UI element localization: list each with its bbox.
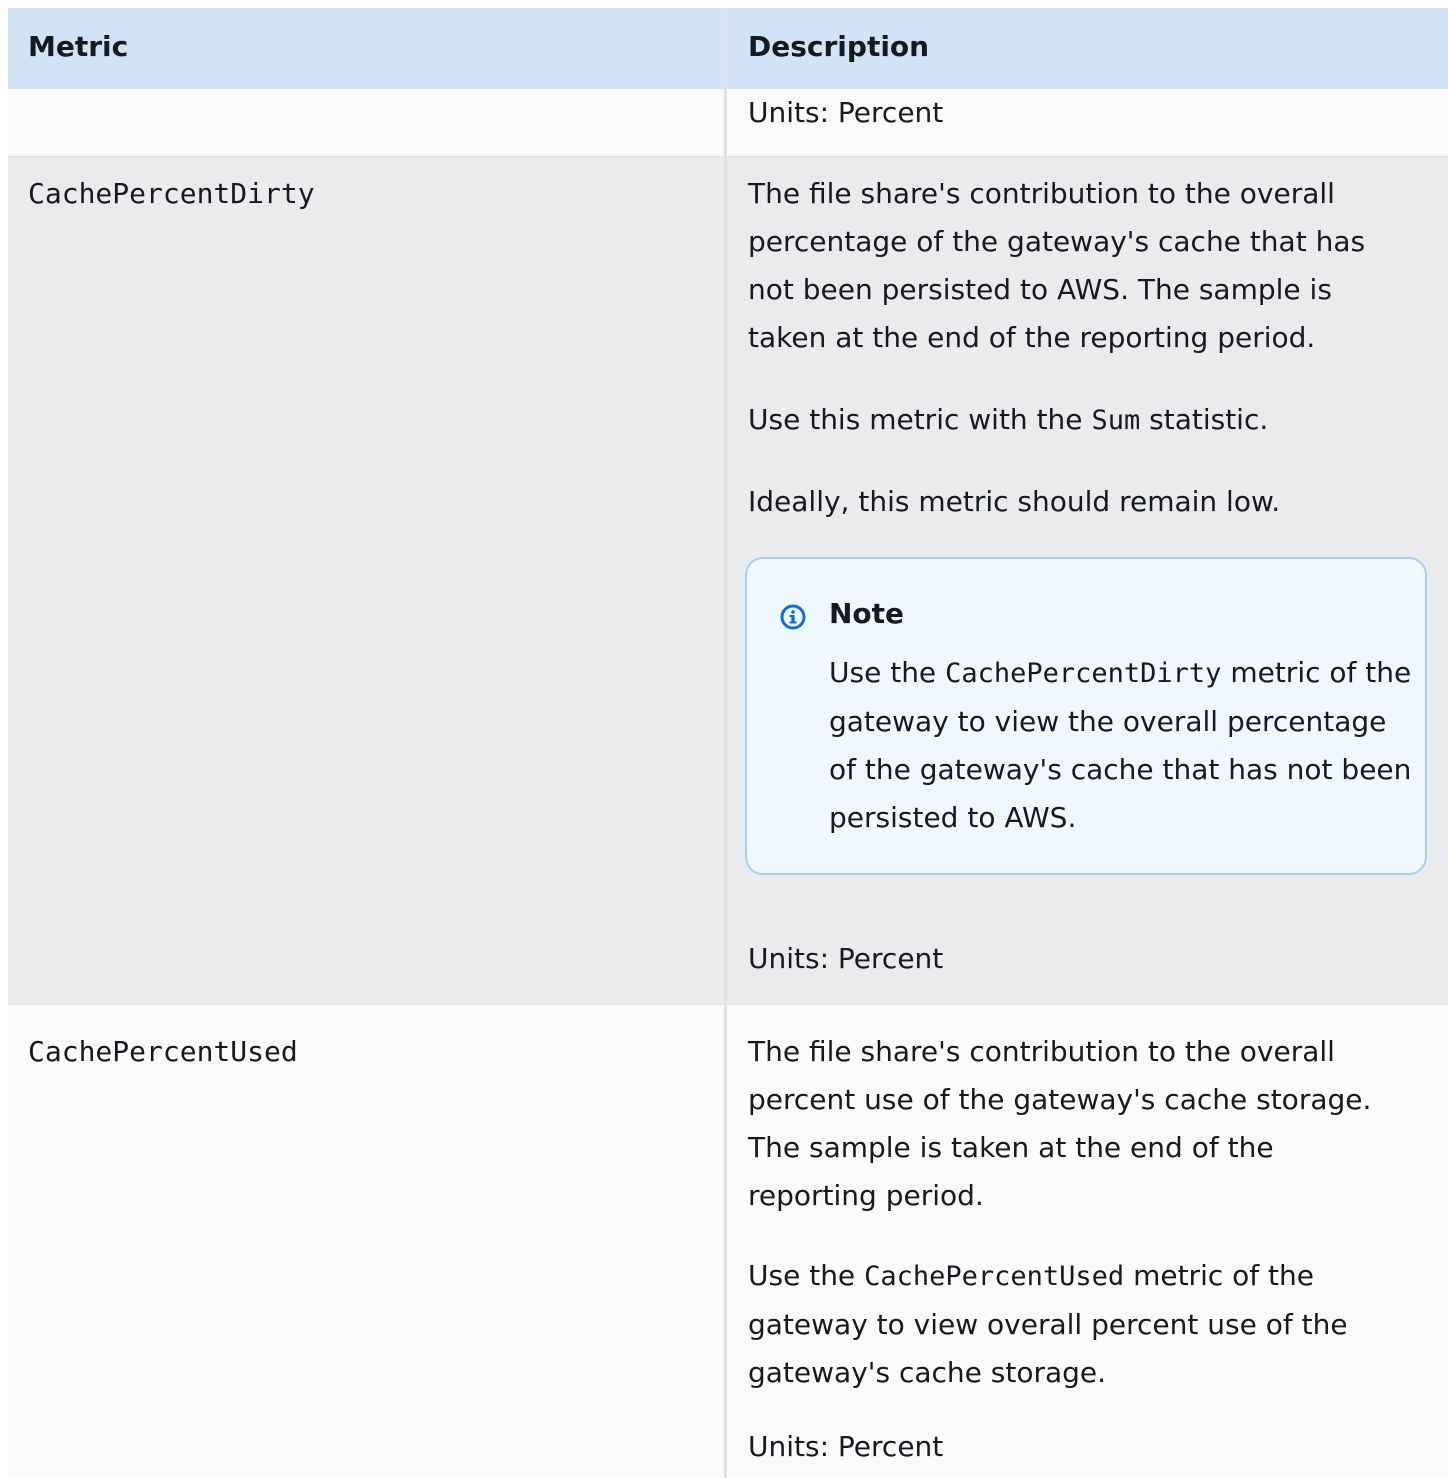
units-text: Units: Percent xyxy=(748,1430,944,1463)
note-prefix: Use the xyxy=(829,656,937,689)
statistic-suffix: statistic. xyxy=(1149,403,1269,436)
usage-text: Use the CachePercentUsed metric of the g… xyxy=(748,1252,1408,1397)
header-description: Description xyxy=(748,30,930,63)
note-title: Note xyxy=(829,597,905,630)
info-icon xyxy=(780,604,806,630)
table-row: CachePercentDirty The file share's contr… xyxy=(8,156,1448,1004)
description-text: The file share's contribution to the ove… xyxy=(748,1035,1372,1212)
units-text: Units: Percent xyxy=(748,942,944,975)
header-metric: Metric xyxy=(28,30,129,63)
column-divider xyxy=(724,8,727,1478)
statistic-prefix: Use this metric with the xyxy=(748,403,1083,436)
table-row: CachePercentUsed The file share's contri… xyxy=(8,1004,1448,1478)
ideal-text: Ideally, this metric should remain low. xyxy=(748,485,1281,518)
statistic-text: Use this metric with the Sum statistic. xyxy=(748,396,1408,445)
metric-name: CachePercentUsed xyxy=(28,1035,298,1068)
description-text: The file share's contribution to the ove… xyxy=(748,177,1366,354)
metrics-table: Metric Description Units: Percent CacheP… xyxy=(8,8,1448,1478)
note-body: Use the CachePercentDirty metric of the … xyxy=(829,649,1419,842)
note-code: CachePercentDirty xyxy=(945,658,1222,689)
metric-description: The file share's contribution to the ove… xyxy=(748,1028,1408,1397)
metric-name: CachePercentDirty xyxy=(28,177,315,210)
usage-prefix: Use the xyxy=(748,1259,856,1292)
row-divider xyxy=(8,1004,1448,1005)
usage-code: CachePercentUsed xyxy=(864,1261,1125,1292)
statistic-code: Sum xyxy=(1091,405,1141,436)
row-divider xyxy=(8,156,1448,157)
units-text: Units: Percent xyxy=(748,96,944,129)
note-box: Note Use the CachePercentDirty metric of… xyxy=(745,557,1427,875)
table-header: Metric Description xyxy=(8,8,1448,89)
table-row: Units: Percent xyxy=(8,89,1448,156)
metric-description: The file share's contribution to the ove… xyxy=(748,170,1408,526)
